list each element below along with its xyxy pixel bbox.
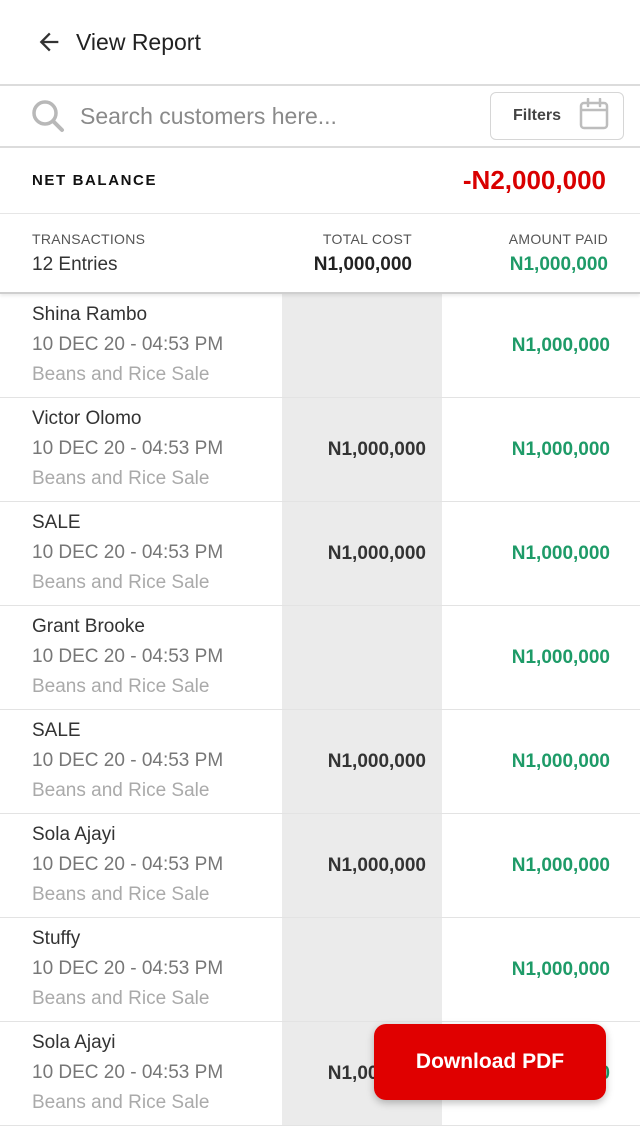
row-amount-paid: N1,000,000: [511, 750, 610, 772]
row-customer-name: Sola Ajayi: [32, 1032, 116, 1053]
table-row[interactable]: Victor Olomo 10 DEC 20 - 04:53 PM Beans …: [0, 398, 640, 502]
row-description: Beans and Rice Sale: [32, 1092, 210, 1113]
back-button[interactable]: [34, 27, 64, 57]
search-bar: Filters: [0, 86, 640, 148]
row-customer-name: Stuffy: [32, 928, 81, 949]
row-customer-name: SALE: [32, 512, 81, 533]
net-balance-value: -N2,000,000: [462, 165, 606, 195]
table-row[interactable]: SALE 10 DEC 20 - 04:53 PM Beans and Rice…: [0, 710, 640, 814]
row-total-cost: [282, 606, 442, 709]
row-customer-name: Sola Ajayi: [32, 824, 116, 845]
row-customer-name: Grant Brooke: [32, 616, 145, 637]
row-date: 10 DEC 20 - 04:53 PM: [32, 438, 224, 459]
summary-header: TRANSACTIONS 12 Entries TOTAL COST N1,00…: [0, 214, 640, 294]
row-amount-paid: N1,000,000: [511, 438, 610, 460]
row-total-cost: N1,000,000: [282, 814, 442, 917]
row-date: 10 DEC 20 - 04:53 PM: [32, 750, 224, 771]
filters-button[interactable]: Filters: [490, 92, 624, 140]
row-date: 10 DEC 20 - 04:53 PM: [32, 1062, 224, 1083]
table-row[interactable]: SALE 10 DEC 20 - 04:53 PM Beans and Rice…: [0, 502, 640, 606]
table-row[interactable]: Sola Ajayi 10 DEC 20 - 04:53 PM Beans an…: [0, 814, 640, 918]
row-customer-name: Shina Rambo: [32, 304, 148, 325]
row-description: Beans and Rice Sale: [32, 780, 210, 801]
row-date: 10 DEC 20 - 04:53 PM: [32, 854, 224, 875]
row-amount-paid: N1,000,000: [511, 854, 610, 876]
table-row[interactable]: Shina Rambo 10 DEC 20 - 04:53 PM Beans a…: [0, 294, 640, 398]
row-total-cost: N1,000,000: [282, 398, 442, 501]
amount-paid-label: AMOUNT PAID: [508, 230, 608, 247]
top-bar: View Report: [0, 0, 640, 86]
row-total-cost: [282, 294, 442, 397]
row-amount-paid: N1,000,000: [511, 646, 610, 668]
calendar-icon: [579, 97, 609, 135]
download-pdf-button[interactable]: Download PDF: [374, 1024, 606, 1100]
row-amount-paid: N1,000,000: [511, 958, 610, 980]
transaction-list: Shina Rambo 10 DEC 20 - 04:53 PM Beans a…: [0, 294, 640, 1126]
row-amount-paid: N1,000,000: [511, 334, 610, 356]
transactions-count: 12 Entries: [32, 253, 118, 275]
row-customer-name: Victor Olomo: [32, 408, 142, 429]
row-total-cost: N1,000,000: [282, 710, 442, 813]
row-description: Beans and Rice Sale: [32, 676, 210, 697]
amount-paid-value: N1,000,000: [509, 253, 608, 275]
filters-label: Filters: [513, 107, 562, 124]
row-description: Beans and Rice Sale: [32, 884, 210, 905]
page-title: View Report: [76, 28, 201, 55]
row-total-cost: [282, 918, 442, 1021]
row-customer-name: SALE: [32, 720, 81, 741]
row-date: 10 DEC 20 - 04:53 PM: [32, 334, 224, 355]
search-icon: [30, 98, 66, 134]
row-date: 10 DEC 20 - 04:53 PM: [32, 646, 224, 667]
row-total-cost: N1,000,000: [282, 502, 442, 605]
net-balance-label: NET BALANCE: [32, 172, 158, 189]
arrow-left-icon: [39, 32, 59, 52]
net-balance-bar: NET BALANCE -N2,000,000: [0, 148, 640, 214]
row-description: Beans and Rice Sale: [32, 364, 210, 385]
row-date: 10 DEC 20 - 04:53 PM: [32, 958, 224, 979]
total-cost-value: N1,000,000: [313, 253, 412, 275]
total-cost-label: TOTAL COST: [322, 230, 412, 247]
row-date: 10 DEC 20 - 04:53 PM: [32, 542, 224, 563]
table-row[interactable]: Stuffy 10 DEC 20 - 04:53 PM Beans and Ri…: [0, 918, 640, 1022]
row-description: Beans and Rice Sale: [32, 468, 210, 489]
table-row[interactable]: Grant Brooke 10 DEC 20 - 04:53 PM Beans …: [0, 606, 640, 710]
row-description: Beans and Rice Sale: [32, 988, 210, 1009]
row-amount-paid: N1,000,000: [511, 542, 610, 564]
search-input[interactable]: [80, 102, 490, 130]
transactions-label: TRANSACTIONS: [32, 230, 146, 247]
row-description: Beans and Rice Sale: [32, 572, 210, 593]
